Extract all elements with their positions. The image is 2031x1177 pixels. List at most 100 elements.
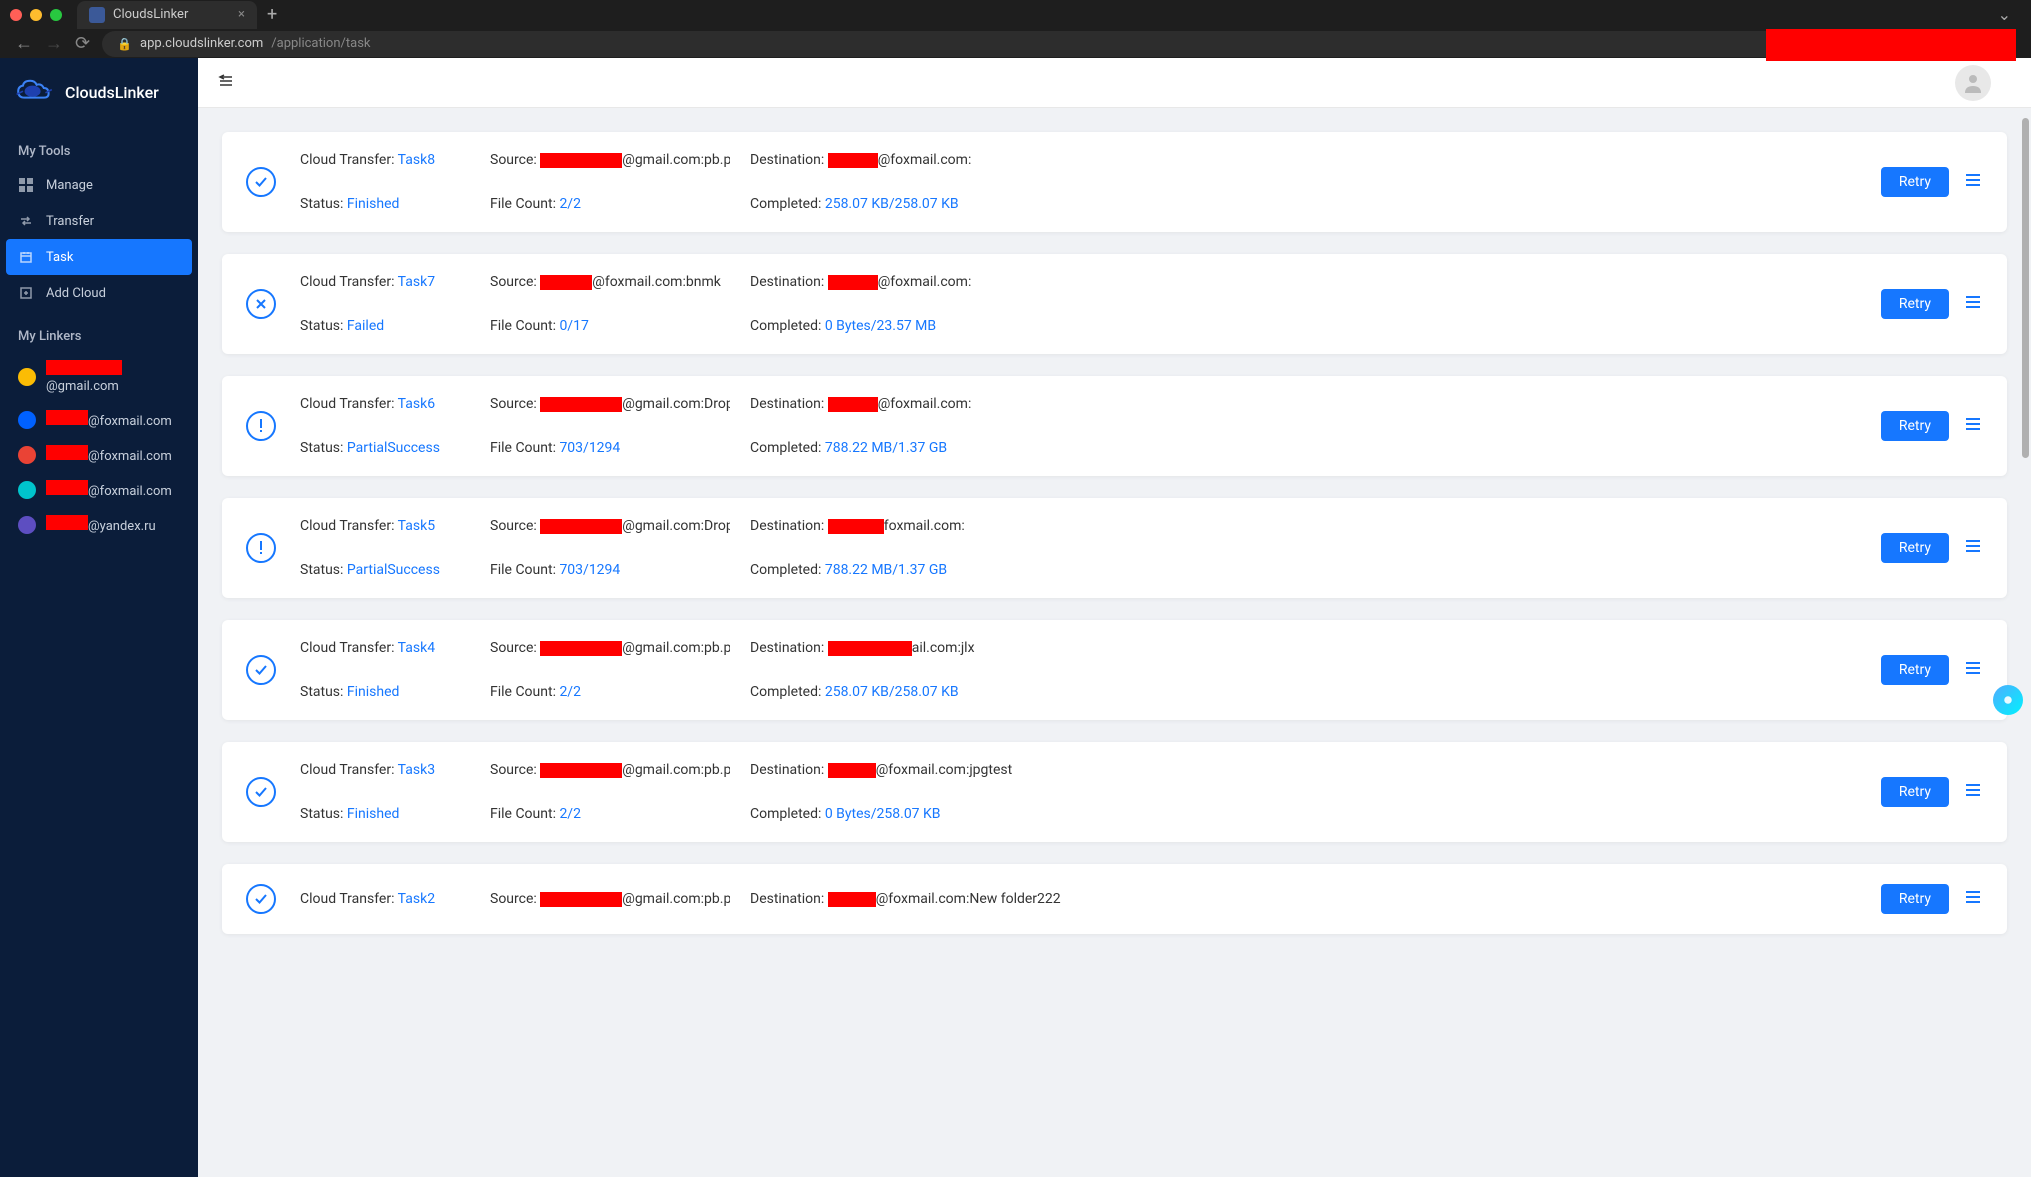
task-actions: Retry	[1881, 884, 1983, 914]
nav-bar: ← → ⟳ 🔒 app.cloudslinker.com/application…	[0, 30, 2031, 58]
task-info: Cloud Transfer: Task6 Source: @gmail.com…	[300, 396, 1857, 456]
task-card: Cloud Transfer: Task6 Source: @gmail.com…	[222, 376, 2007, 476]
task-name-link[interactable]: Task2	[398, 891, 435, 907]
task-card: Cloud Transfer: Task5 Source: @gmail.com…	[222, 498, 2007, 598]
retry-button[interactable]: Retry	[1881, 655, 1949, 685]
task-transfer-cell: Cloud Transfer: Task2	[300, 891, 470, 907]
linker-item[interactable]: @gmail.com	[0, 352, 198, 402]
task-name-link[interactable]: Task6	[398, 396, 435, 412]
redacted-text	[828, 763, 876, 778]
task-menu-icon[interactable]	[1963, 780, 1983, 804]
cloud-service-icon	[18, 411, 36, 429]
redacted-text	[46, 410, 88, 425]
sidebar-item-manage[interactable]: Manage	[0, 167, 198, 203]
task-name-link[interactable]: Task7	[398, 274, 435, 290]
scrollbar[interactable]	[2022, 118, 2029, 1167]
task-info: Cloud Transfer: Task7 Source: @foxmail.c…	[300, 274, 1857, 334]
browser-tab[interactable]: CloudsLinker ×	[77, 1, 257, 29]
task-status-icon	[246, 411, 276, 441]
task-transfer-cell: Cloud Transfer: Task6	[300, 396, 470, 412]
task-transfer-cell: Cloud Transfer: Task5	[300, 518, 470, 534]
task-actions: Retry	[1881, 289, 1983, 319]
task-card: Cloud Transfer: Task8 Source: @gmail.com…	[222, 132, 2007, 232]
task-info: Cloud Transfer: Task2 Source: @gmail.com…	[300, 891, 1857, 907]
redacted-text	[828, 275, 878, 290]
task-menu-icon[interactable]	[1963, 536, 1983, 560]
linker-label: @foxmail.com	[46, 480, 172, 499]
window-close[interactable]	[10, 9, 22, 21]
close-tab-icon[interactable]: ×	[238, 7, 245, 22]
task-transfer-cell: Cloud Transfer: Task3	[300, 762, 470, 778]
cloud-service-icon	[18, 516, 36, 534]
task-completed-cell: Completed: 258.07 KB/258.07 KB	[750, 684, 1857, 700]
url-bar[interactable]: 🔒 app.cloudslinker.com/application/task	[102, 31, 2016, 57]
task-icon	[18, 249, 34, 265]
linker-item[interactable]: @foxmail.com	[0, 437, 198, 472]
linker-label: @yandex.ru	[46, 515, 156, 534]
redacted-text	[540, 892, 622, 907]
task-name-link[interactable]: Task3	[398, 762, 435, 778]
sidebar-item-task[interactable]: Task	[6, 239, 192, 275]
linker-item[interactable]: @foxmail.com	[0, 402, 198, 437]
task-source-cell: Source: @gmail.com:Dropbox	[490, 396, 730, 412]
task-card: Cloud Transfer: Task3 Source: @gmail.com…	[222, 742, 2007, 842]
redacted-area	[1766, 29, 2016, 61]
task-menu-icon[interactable]	[1963, 887, 1983, 911]
help-bubble[interactable]	[1993, 685, 2023, 715]
task-source-cell: Source: @gmail.com:Dropbox	[490, 518, 730, 534]
task-menu-icon[interactable]	[1963, 170, 1983, 194]
task-name-link[interactable]: Task4	[398, 640, 435, 656]
task-destination-cell: Destination: @foxmail.com:	[750, 396, 1857, 412]
task-filecount-cell: File Count: 2/2	[490, 806, 730, 822]
task-completed-cell: Completed: 0 Bytes/258.07 KB	[750, 806, 1857, 822]
forward-icon[interactable]: →	[45, 33, 63, 54]
retry-button[interactable]: Retry	[1881, 289, 1949, 319]
back-icon[interactable]: ←	[15, 33, 33, 54]
task-menu-icon[interactable]	[1963, 414, 1983, 438]
tab-dropdown-icon[interactable]: ⌄	[1998, 5, 2011, 24]
app-container: CloudsLinker My Tools Manage Transfer Ta…	[0, 58, 2031, 1177]
sidebar-item-add-cloud[interactable]: Add Cloud	[0, 275, 198, 311]
linker-item[interactable]: @yandex.ru	[0, 507, 198, 542]
section-header-tools: My Tools	[0, 126, 198, 167]
brand-name: CloudsLinker	[65, 83, 159, 102]
retry-button[interactable]: Retry	[1881, 411, 1949, 441]
task-filecount-cell: File Count: 703/1294	[490, 440, 730, 456]
task-actions: Retry	[1881, 411, 1983, 441]
user-avatar[interactable]	[1955, 65, 1991, 101]
task-actions: Retry	[1881, 167, 1983, 197]
task-destination-cell: Destination: @foxmail.com:	[750, 152, 1857, 168]
task-status-cell: Status: Finished	[300, 196, 470, 212]
retry-button[interactable]: Retry	[1881, 884, 1949, 914]
task-destination-cell: Destination: ail.com:jlx	[750, 640, 1857, 656]
logo-section[interactable]: CloudsLinker	[0, 58, 198, 126]
task-menu-icon[interactable]	[1963, 658, 1983, 682]
scrollbar-thumb[interactable]	[2022, 118, 2029, 458]
window-minimize[interactable]	[30, 9, 42, 21]
retry-button[interactable]: Retry	[1881, 777, 1949, 807]
url-path: /application/task	[271, 36, 370, 51]
lock-icon: 🔒	[117, 37, 132, 51]
nav-label: Add Cloud	[46, 286, 106, 301]
retry-button[interactable]: Retry	[1881, 533, 1949, 563]
task-source-cell: Source: @gmail.com:pb.png	[490, 891, 730, 907]
browser-chrome: CloudsLinker × + ⌄ ← → ⟳ 🔒 app.cloudslin…	[0, 0, 2031, 58]
nav-label: Task	[46, 250, 73, 265]
redacted-text	[540, 641, 622, 656]
collapse-sidebar-icon[interactable]	[218, 73, 234, 93]
task-destination-cell: Destination: @foxmail.com:New folder222	[750, 891, 1857, 907]
task-menu-icon[interactable]	[1963, 292, 1983, 316]
task-name-link[interactable]: Task5	[398, 518, 435, 534]
reload-icon[interactable]: ⟳	[75, 33, 90, 54]
tab-bar: CloudsLinker × + ⌄	[0, 0, 2031, 30]
task-actions: Retry	[1881, 655, 1983, 685]
redacted-text	[828, 153, 878, 168]
linker-item[interactable]: @foxmail.com	[0, 472, 198, 507]
retry-button[interactable]: Retry	[1881, 167, 1949, 197]
sidebar-item-transfer[interactable]: Transfer	[0, 203, 198, 239]
add-tab-icon[interactable]: +	[267, 4, 277, 25]
window-maximize[interactable]	[50, 9, 62, 21]
grid-icon	[18, 177, 34, 193]
task-name-link[interactable]: Task8	[398, 152, 435, 168]
redacted-text	[540, 763, 622, 778]
